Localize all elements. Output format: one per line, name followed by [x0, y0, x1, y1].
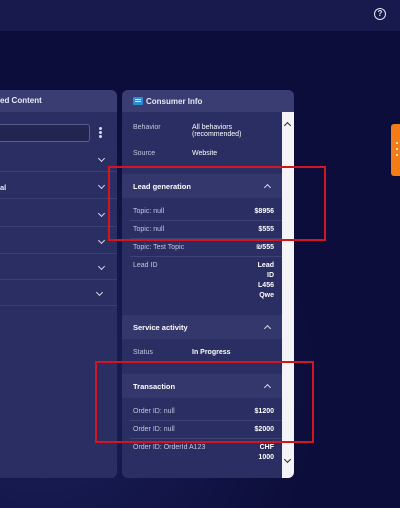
service-activity-title: Service activity [133, 323, 188, 332]
chevron-down-icon[interactable] [97, 181, 106, 190]
scroll-up-icon[interactable] [283, 121, 292, 130]
lead-id-value-line: Qwe [259, 292, 274, 299]
related-content-row[interactable] [0, 256, 117, 280]
related-content-title: ed Content [0, 96, 42, 105]
highlight-box-lead-generation [108, 166, 326, 241]
chevron-down-icon[interactable] [97, 236, 106, 245]
related-content-row[interactable] [0, 203, 117, 227]
kebab-menu-icon[interactable] [99, 127, 103, 139]
lead-id-value-line: ID [267, 272, 274, 279]
lead-id-value-line: L456 [258, 282, 274, 289]
related-content-row[interactable] [0, 230, 117, 254]
lead-topic-value: ₪555 [256, 244, 274, 251]
chevron-down-icon[interactable] [97, 154, 106, 163]
related-content-row[interactable] [0, 282, 117, 306]
lead-topic-label: Topic: Test Topic [133, 244, 185, 251]
chevron-down-icon[interactable] [97, 262, 106, 271]
top-bar: ? [0, 0, 400, 31]
consumer-info-header: Consumer Info [122, 90, 294, 112]
chevron-down-icon[interactable] [97, 209, 106, 218]
consumer-info-title: Consumer Info [146, 97, 203, 106]
scroll-down-icon[interactable] [283, 455, 292, 464]
related-content-row[interactable]: al [0, 175, 117, 199]
lead-id-label: Lead ID [133, 262, 158, 269]
side-drawer-handle[interactable] [391, 124, 400, 176]
status-label: Status [133, 349, 153, 356]
behavior-label: Behavior [133, 124, 161, 131]
related-content-row[interactable] [0, 148, 117, 172]
source-value: Website [192, 150, 218, 157]
service-activity-section-header[interactable]: Service activity [122, 315, 282, 339]
order-amount-value-line: 1000 [258, 454, 274, 461]
order-amount-value: CHF [259, 444, 274, 451]
behavior-value[interactable]: All behaviors (recommended) [192, 124, 262, 138]
source-label: Source [133, 150, 156, 157]
consumer-info-icon [133, 97, 143, 105]
lead-id-value-line: Lead [257, 262, 274, 269]
status-value: In Progress [192, 349, 231, 356]
help-icon[interactable]: ? [374, 8, 386, 20]
related-content-search-input[interactable] [0, 124, 90, 142]
chevron-up-icon[interactable] [263, 324, 272, 333]
highlight-box-transaction [95, 361, 314, 443]
related-content-row-label: al [0, 183, 7, 192]
divider [130, 256, 282, 257]
order-id-label: Order ID: OrderId A123 [133, 444, 206, 451]
chevron-down-icon[interactable] [95, 288, 104, 297]
related-content-header: ed Content [0, 90, 117, 112]
